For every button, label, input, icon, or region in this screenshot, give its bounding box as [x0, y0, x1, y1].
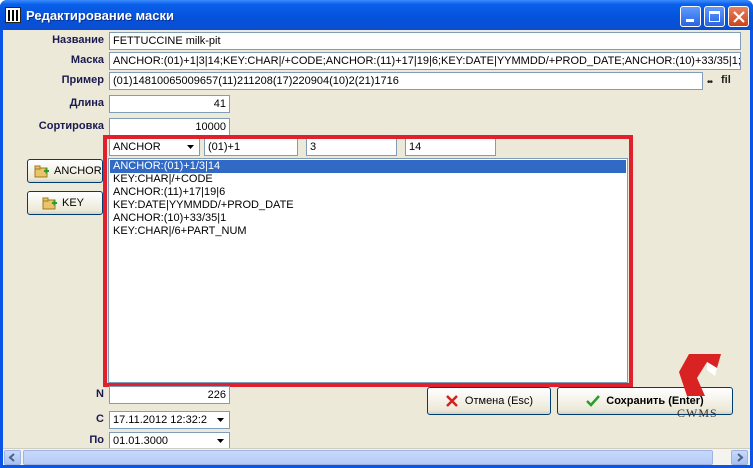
to-date-value: 01.01.3000 — [113, 435, 169, 447]
window-title: Редактирование маски — [26, 8, 174, 23]
from-date-select[interactable]: 17.11.2012 12:32:2 — [109, 411, 230, 429]
sort-field[interactable]: 10000 — [109, 118, 230, 136]
window: Редактирование маски Название FETTUCCINE… — [0, 0, 753, 468]
cancel-button[interactable]: Отмена (Esc) — [427, 387, 551, 415]
maximize-button[interactable] — [704, 6, 725, 27]
horizontal-scrollbar[interactable] — [3, 448, 750, 465]
length-label: Длина — [69, 97, 104, 109]
maximize-icon — [709, 11, 720, 22]
from-label: С — [96, 413, 104, 425]
cwms-logo: CWMS — [673, 352, 739, 422]
dialog-body: Название FETTUCCINE milk-pit Маска ANCHO… — [3, 30, 750, 465]
scroll-thumb[interactable] — [23, 450, 713, 465]
add-key-icon — [42, 197, 57, 210]
chevron-down-icon[interactable] — [213, 413, 228, 427]
minimize-icon — [686, 19, 694, 22]
minimize-button[interactable] — [680, 6, 701, 27]
cancel-button-label: Отмена (Esc) — [464, 395, 534, 407]
n-label: N — [96, 388, 104, 400]
length-field[interactable]: 41 — [109, 95, 230, 113]
name-label: Название — [52, 34, 104, 46]
cwms-logo-text: CWMS — [677, 406, 718, 420]
chevron-left-icon — [8, 453, 15, 462]
anchor-button-label: ANCHOR — [54, 165, 102, 177]
example-label: Пример — [61, 74, 104, 86]
scroll-left-button[interactable] — [4, 450, 21, 465]
scroll-right-button[interactable] — [731, 450, 748, 465]
anchor-button[interactable]: ANCHOR — [27, 159, 103, 183]
title-bar[interactable]: Редактирование маски — [0, 0, 753, 30]
chevron-down-icon[interactable] — [213, 434, 228, 448]
more-icon[interactable]: •• — [707, 77, 713, 88]
key-button-label: KEY — [62, 197, 85, 209]
sort-label: Сортировка — [38, 120, 104, 132]
mask-field[interactable]: ANCHOR:(01)+1|3|14;KEY:CHAR|/+CODE;ANCHO… — [109, 52, 741, 70]
name-field[interactable]: FETTUCCINE milk-pit — [109, 32, 741, 50]
mask-label: Маска — [70, 54, 104, 66]
highlight-frame — [103, 135, 633, 387]
close-button[interactable] — [728, 6, 749, 27]
checkmark-icon — [586, 395, 601, 407]
app-icon — [5, 7, 21, 23]
cancel-icon — [446, 395, 458, 407]
example-field[interactable]: (01)14810065009657(11)211208(17)220904(1… — [109, 72, 703, 90]
chevron-right-icon — [737, 453, 744, 462]
close-icon — [733, 11, 745, 23]
example-suffix: fil — [721, 74, 731, 86]
to-label: По — [89, 434, 104, 446]
from-date-value: 17.11.2012 12:32:2 — [113, 414, 207, 426]
cwms-logo-icon — [679, 354, 721, 396]
n-field[interactable]: 226 — [109, 386, 230, 404]
add-anchor-icon — [34, 165, 49, 178]
key-button[interactable]: KEY — [27, 191, 103, 215]
